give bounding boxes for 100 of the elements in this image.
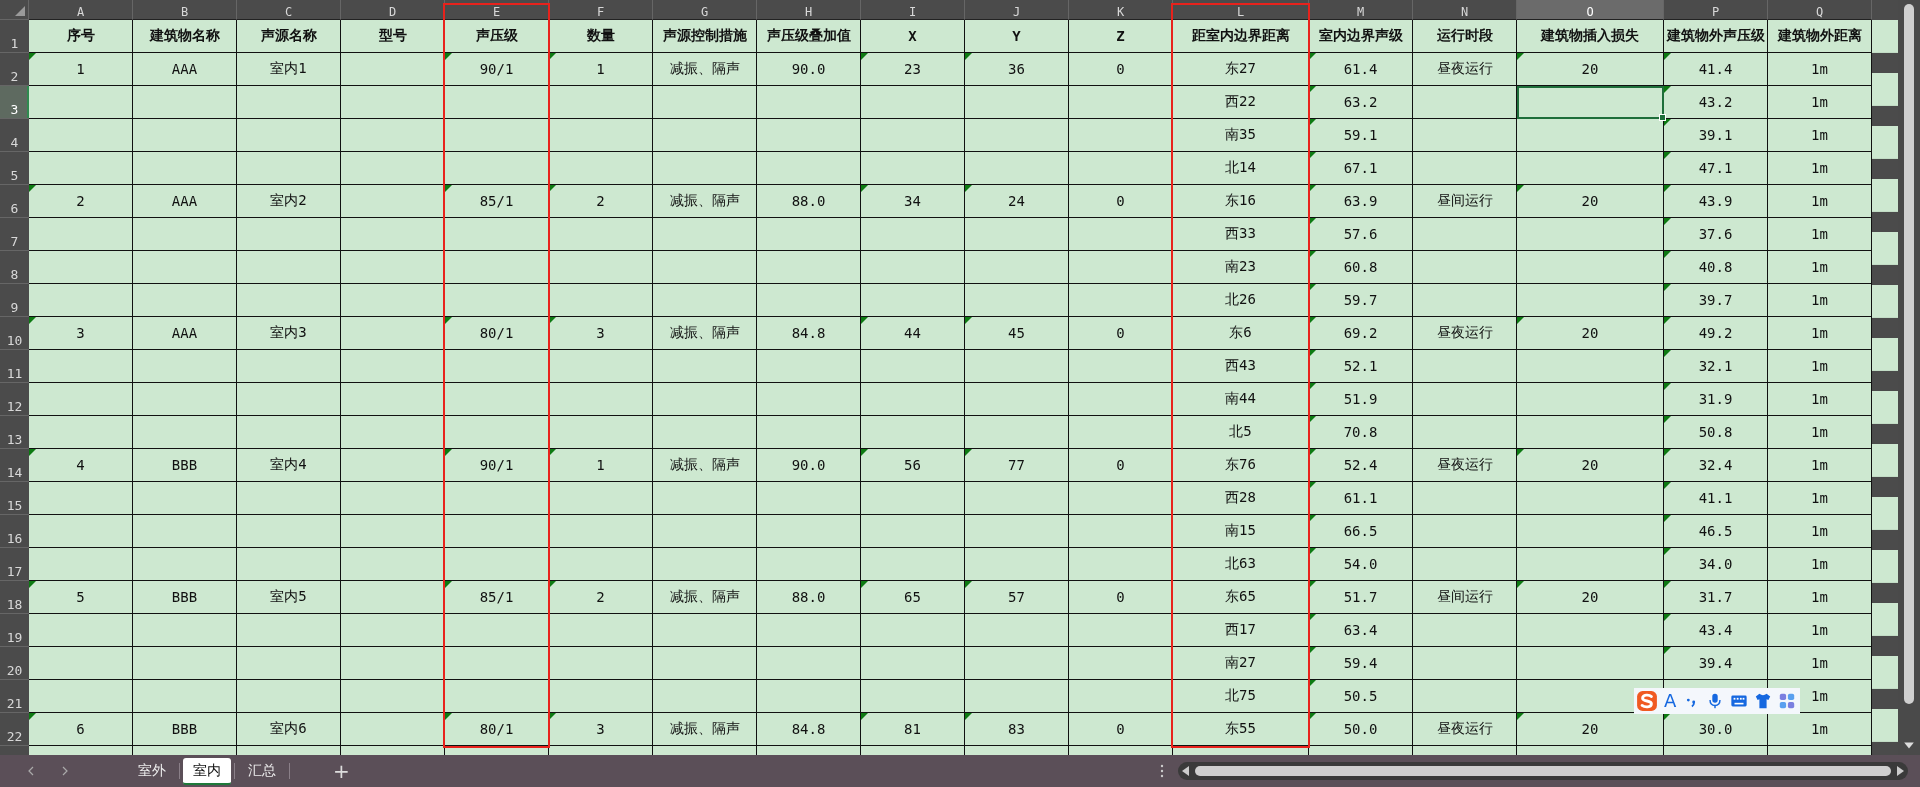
table-cell[interactable]: AAA xyxy=(133,317,237,350)
table-cell[interactable]: 41.4 xyxy=(1664,53,1768,86)
column-header[interactable]: C xyxy=(237,0,341,20)
previous-sheet-icon[interactable] xyxy=(26,766,36,776)
column-title[interactable]: 运行时段 xyxy=(1413,20,1517,53)
table-cell[interactable]: 63.9 xyxy=(1309,185,1413,218)
table-cell[interactable]: 1m xyxy=(1768,713,1872,746)
row-header[interactable]: 12 xyxy=(0,383,29,416)
row-header[interactable]: 8 xyxy=(0,251,29,284)
table-cell[interactable]: 32.4 xyxy=(1664,449,1768,482)
table-cell[interactable]: 23 xyxy=(861,53,965,86)
column-title[interactable]: 序号 xyxy=(29,20,133,53)
table-cell[interactable]: 63.2 xyxy=(1309,86,1413,119)
column-title[interactable]: 声压级叠加值 xyxy=(757,20,861,53)
table-cell[interactable]: 1m xyxy=(1768,152,1872,185)
table-cell[interactable]: 90.0 xyxy=(757,53,861,86)
table-cell[interactable]: 1 xyxy=(549,53,653,86)
column-header[interactable]: M xyxy=(1309,0,1413,20)
table-cell[interactable]: 45 xyxy=(965,317,1069,350)
table-cell[interactable]: 80/1 xyxy=(445,713,549,746)
table-cell[interactable]: 1m xyxy=(1768,548,1872,581)
column-header[interactable]: Q xyxy=(1768,0,1872,20)
column-title[interactable]: 建筑物插入损失 xyxy=(1517,20,1664,53)
table-cell[interactable]: 63.4 xyxy=(1309,614,1413,647)
table-cell[interactable]: 1m xyxy=(1768,86,1872,119)
table-cell[interactable]: 1m xyxy=(1768,647,1872,680)
column-header[interactable]: D xyxy=(341,0,445,20)
table-cell[interactable]: AAA xyxy=(133,185,237,218)
table-cell[interactable]: 20 xyxy=(1517,449,1664,482)
table-cell[interactable]: 昼夜运行 xyxy=(1413,449,1517,482)
table-cell[interactable]: 昼间运行 xyxy=(1413,185,1517,218)
language-toggle[interactable]: A xyxy=(1664,692,1677,710)
table-cell[interactable]: 50.5 xyxy=(1309,680,1413,713)
table-cell[interactable]: 20 xyxy=(1517,713,1664,746)
table-cell[interactable]: 昼夜运行 xyxy=(1413,53,1517,86)
column-header[interactable]: H xyxy=(757,0,861,20)
table-cell[interactable]: 1 xyxy=(549,449,653,482)
shirt-icon[interactable] xyxy=(1754,692,1773,710)
table-cell[interactable]: 50.8 xyxy=(1664,416,1768,449)
splitter-handle-icon[interactable] xyxy=(1160,764,1164,778)
table-cell[interactable]: 66.5 xyxy=(1309,515,1413,548)
column-header[interactable]: L xyxy=(1173,0,1309,20)
table-cell[interactable]: 88.0 xyxy=(757,581,861,614)
column-header[interactable]: E xyxy=(445,0,549,20)
table-cell[interactable]: 31.7 xyxy=(1664,581,1768,614)
table-cell[interactable]: 85/1 xyxy=(445,581,549,614)
row-header[interactable]: 22 xyxy=(0,713,29,746)
table-cell[interactable]: 减振、隔声 xyxy=(653,185,757,218)
row-header[interactable]: 7 xyxy=(0,218,29,251)
table-cell[interactable]: 69.2 xyxy=(1309,317,1413,350)
logo-icon[interactable] xyxy=(1636,690,1658,712)
table-cell[interactable]: 81 xyxy=(861,713,965,746)
table-cell[interactable]: 20 xyxy=(1517,581,1664,614)
table-cell[interactable]: BBB xyxy=(133,581,237,614)
table-cell[interactable]: 61.1 xyxy=(1309,482,1413,515)
sheet-tab[interactable]: 室外 xyxy=(128,758,176,784)
table-cell[interactable]: 84.8 xyxy=(757,317,861,350)
row-header[interactable]: 17 xyxy=(0,548,29,581)
table-cell[interactable]: 室内4 xyxy=(237,449,341,482)
column-title[interactable]: 室内边界声级 xyxy=(1309,20,1413,53)
table-cell[interactable]: 61.4 xyxy=(1309,53,1413,86)
table-cell[interactable]: 1m xyxy=(1768,185,1872,218)
table-cell[interactable]: 34 xyxy=(861,185,965,218)
column-title[interactable]: Y xyxy=(965,20,1069,53)
row-header[interactable]: 6 xyxy=(0,185,29,218)
row-header[interactable]: 2 xyxy=(0,53,29,86)
column-title[interactable]: 声源名称 xyxy=(237,20,341,53)
table-cell[interactable]: 80/1 xyxy=(445,317,549,350)
column-title[interactable]: 建筑物外距离 xyxy=(1768,20,1872,53)
column-title[interactable]: 数量 xyxy=(549,20,653,53)
selected-cell[interactable] xyxy=(1517,86,1664,119)
sheet-tab[interactable]: 室内 xyxy=(183,757,231,785)
row-header[interactable]: 11 xyxy=(0,350,29,383)
column-header[interactable]: A xyxy=(29,0,133,20)
table-cell[interactable]: 60.8 xyxy=(1309,251,1413,284)
table-cell[interactable]: 43.4 xyxy=(1664,614,1768,647)
table-cell[interactable]: 3 xyxy=(549,713,653,746)
row-header[interactable]: 21 xyxy=(0,680,29,713)
table-cell[interactable]: 1m xyxy=(1768,449,1872,482)
row-header[interactable]: 10 xyxy=(0,317,29,350)
row-header[interactable]: 1 xyxy=(0,20,29,53)
sheet-tab[interactable]: 汇总 xyxy=(238,758,286,784)
column-header[interactable]: B xyxy=(133,0,237,20)
table-cell[interactable]: 6 xyxy=(29,713,133,746)
row-header[interactable]: 9 xyxy=(0,284,29,317)
table-cell[interactable]: 83 xyxy=(965,713,1069,746)
table-cell[interactable]: 57 xyxy=(965,581,1069,614)
table-cell[interactable]: 1m xyxy=(1768,251,1872,284)
table-cell[interactable]: 34.0 xyxy=(1664,548,1768,581)
table-cell[interactable]: 59.1 xyxy=(1309,119,1413,152)
table-cell[interactable]: 20 xyxy=(1517,317,1664,350)
table-cell[interactable]: AAA xyxy=(133,53,237,86)
table-cell[interactable]: 85/1 xyxy=(445,185,549,218)
row-header[interactable]: 4 xyxy=(0,119,29,152)
table-cell[interactable]: 昼夜运行 xyxy=(1413,713,1517,746)
column-header[interactable]: J xyxy=(965,0,1069,20)
select-all-corner[interactable] xyxy=(0,0,29,20)
table-cell[interactable]: 1m xyxy=(1768,350,1872,383)
table-cell[interactable]: 1m xyxy=(1768,515,1872,548)
table-cell[interactable]: 减振、隔声 xyxy=(653,713,757,746)
